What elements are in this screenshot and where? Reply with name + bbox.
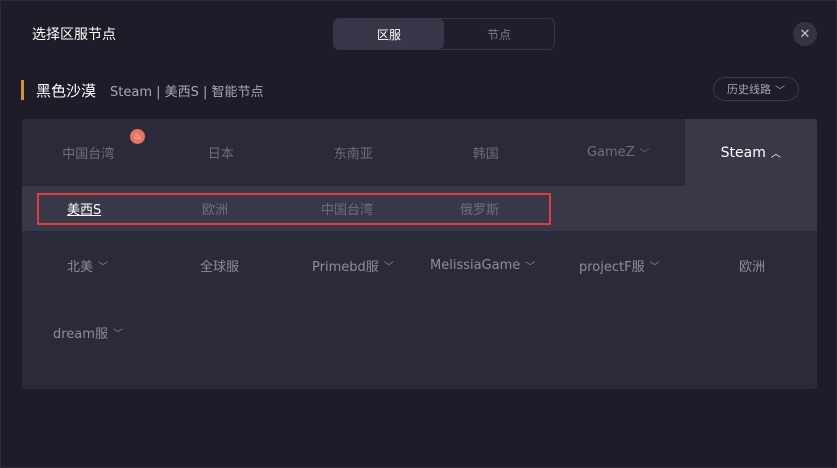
tab-label: GameZ — [586, 145, 635, 160]
region-list: 北美 ﹀ 全球服 Primebd服 ﹀ MelissiaGame ﹀ proje… — [22, 231, 817, 389]
chevron-down-icon: ﹀ — [98, 261, 109, 273]
history-route-label: 历史线路 — [727, 83, 771, 96]
accent-bar — [21, 80, 24, 100]
region-select-dialog: 选择区服节点 区服 节点 ✕ 黑色沙漠 Steam | 美西S | 智能节点 历… — [0, 0, 837, 468]
sub-region-cn-taiwan[interactable]: 中国台湾 — [321, 186, 373, 231]
current-route: Steam | 美西S | 智能节点 — [110, 84, 264, 100]
tab-gamez[interactable]: GameZ ﹀ — [552, 119, 685, 186]
server-panel: 中国台湾 ♨ 日本 东南亚 韩国 GameZ ﹀ Steam ︿ 美西S 欧洲 … — [22, 119, 817, 389]
close-button[interactable]: ✕ — [793, 22, 817, 46]
region-label: 全球服 — [200, 259, 240, 275]
region-label: 北美 — [67, 259, 94, 275]
sub-region-europe[interactable]: 欧洲 — [202, 186, 228, 231]
tab-server[interactable]: 区服 — [334, 19, 444, 49]
region-label: Primebd服 — [312, 259, 379, 275]
tab-korea[interactable]: 韩国 — [420, 119, 553, 186]
region-north-america[interactable]: 北美 ﹀ — [67, 255, 108, 275]
region-dream[interactable]: dream服 ﹀ — [53, 322, 123, 342]
mode-switch: 区服 节点 — [333, 18, 555, 50]
sub-region-us-west-s[interactable]: 美西S — [67, 186, 101, 231]
tab-steam[interactable]: Steam ︿ — [684, 119, 817, 186]
chevron-up-icon: ︿ — [770, 149, 781, 160]
region-global[interactable]: 全球服 — [200, 255, 239, 275]
tab-cn-taiwan[interactable]: 中国台湾 ♨ — [22, 119, 155, 186]
dialog-title: 选择区服节点 — [32, 27, 116, 43]
fire-icon: ♨ — [130, 129, 145, 144]
history-route-button[interactable]: 历史线路 ﹀ — [713, 77, 799, 101]
game-info: 黑色沙漠 Steam | 美西S | 智能节点 — [21, 79, 264, 101]
tab-label: Steam — [720, 144, 766, 161]
tab-label: 中国台湾 — [62, 147, 115, 162]
region-label: projectF服 — [579, 259, 645, 275]
region-label: dream服 — [53, 326, 108, 342]
region-primebd[interactable]: Primebd服 ﹀ — [312, 255, 394, 275]
chevron-down-icon: ﹀ — [383, 261, 394, 273]
game-name: 黑色沙漠 — [36, 81, 97, 100]
sub-region-russia[interactable]: 俄罗斯 — [460, 186, 499, 231]
region-europe[interactable]: 欧洲 — [739, 255, 765, 275]
region-label: 欧洲 — [739, 259, 766, 275]
region-label: MelissiaGame — [430, 257, 521, 273]
region-melissiagame[interactable]: MelissiaGame ﹀ — [430, 255, 535, 275]
tab-label: 日本 — [207, 147, 234, 162]
chevron-down-icon: ﹀ — [649, 261, 660, 273]
chevron-down-icon: ﹀ — [525, 261, 536, 273]
chevron-down-icon: ﹀ — [775, 85, 785, 97]
server-tabs: 中国台湾 ♨ 日本 东南亚 韩国 GameZ ﹀ Steam ︿ — [22, 119, 817, 186]
tab-label: 韩国 — [472, 147, 499, 162]
region-projectf[interactable]: projectF服 ﹀ — [579, 255, 660, 275]
tab-label: 东南亚 — [333, 147, 373, 162]
close-icon: ✕ — [799, 26, 811, 42]
tab-node[interactable]: 节点 — [444, 19, 554, 49]
tab-japan[interactable]: 日本 — [155, 119, 288, 186]
sub-region-row: 美西S 欧洲 中国台湾 俄罗斯 — [22, 186, 817, 231]
chevron-down-icon: ﹀ — [639, 149, 650, 160]
tab-southeast-asia[interactable]: 东南亚 — [287, 119, 420, 186]
chevron-down-icon: ﹀ — [112, 328, 123, 340]
